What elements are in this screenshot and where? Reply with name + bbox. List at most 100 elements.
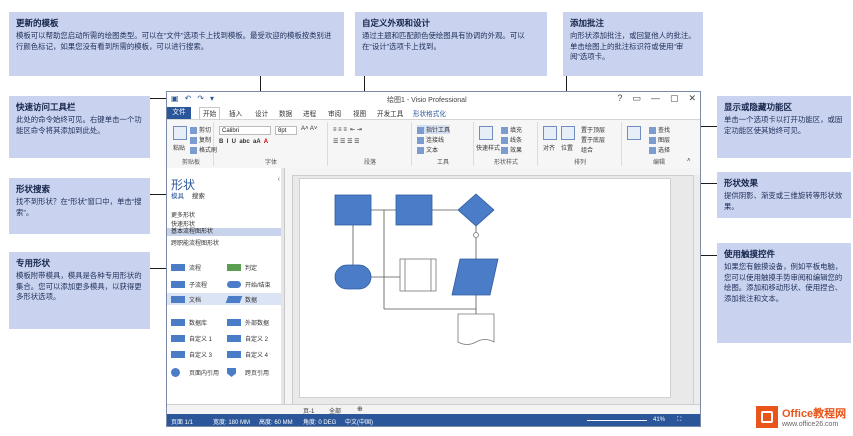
shape-off-page-ref[interactable]: 跨页引用 [227,368,269,377]
fill-button[interactable]: 填充 [501,125,522,134]
position-button[interactable]: 位置 [561,143,573,152]
effects-label: 效果 [510,148,523,154]
tab-file[interactable]: 文件 [167,107,191,119]
pane-scrollbar[interactable] [281,168,284,404]
shape-external-data[interactable]: 外部数据 [227,318,269,327]
more-shapes-link[interactable]: 更多形状 [171,210,195,219]
connector-icon [417,136,424,144]
drawing-page[interactable] [299,178,671,398]
layers-button[interactable]: 图层 [649,135,670,144]
shape-data[interactable]: 数据 [225,295,257,304]
position-icon[interactable] [561,126,575,140]
font-size-select[interactable]: 8pt [275,126,297,135]
callout-title: 显示或隐藏功能区 [724,102,793,112]
tab-data[interactable]: 数据 [279,108,292,118]
shape-decision[interactable]: 判定 [227,263,257,272]
copy-label: 复制 [199,138,212,144]
shape-custom-2[interactable]: 自定义 2 [227,334,268,343]
align-button[interactable]: 对齐 [543,143,555,152]
zoom-slider[interactable] [587,420,647,421]
shape-document[interactable]: 文档 [171,295,201,304]
stencil-label: 跨页引用 [245,371,270,377]
stencil-basic-flowchart[interactable]: 基本流程图形状 [167,228,284,236]
align-icons[interactable]: ≡ ≡ ≡ ⇤ ⇥ [333,126,362,133]
line-icon [501,136,508,144]
drawing-canvas[interactable] [285,168,700,404]
zoom-level[interactable]: 41% [653,417,665,423]
shape-on-page-ref[interactable]: 页面内引用 [171,368,219,377]
stencil-cross-functional[interactable]: 跨职能流程图形状 [171,238,219,247]
callout-title: 添加批注 [570,18,605,28]
redo-icon[interactable]: ↷ [197,94,204,103]
circle-shape-icon [171,368,180,377]
fill-label: 填充 [510,128,523,134]
add-page-icon[interactable]: ⊕ [357,405,363,413]
font-style-icons[interactable]: B I U abc aA A [219,139,268,145]
callout-body: 通过主题和匹配颜色使绘图具有协调的外观。可以在“设计”选项卡上找到。 [362,31,525,51]
format-painter-button[interactable]: 格式刷 [190,145,217,154]
callout-body: 如果您有触摸设备，例如平板电脑，您可以使用触摸手势审阅和编辑您的绘图。添加和移动… [724,262,843,304]
save-icon[interactable]: ▣ [171,94,179,103]
connector-button[interactable]: 连接线 [417,135,444,144]
shapes-pane: 形状 ‹ 模具 搜索 更多形状 快速形状 基本流程图形状 跨职能流程图形状 流程… [167,168,285,404]
send-back-button[interactable]: 置于底层 [581,135,605,144]
text-tool-button[interactable]: 文本 [417,145,438,154]
shape-subprocess[interactable]: 子流程 [171,280,207,289]
tab-insert[interactable]: 插入 [229,108,242,118]
maximize-icon[interactable]: ▢ [670,93,679,104]
search-tab[interactable]: 搜索 [192,193,205,200]
shape-start-end[interactable]: 开始/结束 [227,280,271,289]
paste-icon[interactable] [173,126,187,140]
tab-design[interactable]: 设计 [255,108,268,118]
vertical-scrollbar[interactable] [693,175,700,404]
group-editing: 查找 图层 选择 编辑 ˄ [623,122,695,166]
find-button[interactable]: 查找 [649,125,670,134]
line-button[interactable]: 线条 [501,135,522,144]
shape-database[interactable]: 数据库 [171,318,207,327]
tab-home[interactable]: 开始 [199,107,221,119]
group-label: 字体 [264,160,277,166]
shape-process[interactable]: 流程 [171,263,201,272]
minimize-icon[interactable]: — [651,93,660,104]
copy-button[interactable]: 复制 [190,135,211,144]
font-grow-icon[interactable]: A˄ A˅ [301,126,317,132]
collapse-ribbon-icon[interactable]: ˄ [687,158,691,164]
callout-title: 专用形状 [16,258,51,268]
undo-icon[interactable]: ↶ [185,94,192,103]
tab-view[interactable]: 视图 [353,108,366,118]
tab-developer[interactable]: 开发工具 [377,108,403,118]
shape-custom-3[interactable]: 自定义 3 [171,350,212,359]
subprocess-shape-icon [171,281,185,288]
bring-front-button[interactable]: 置于顶层 [581,125,605,134]
stencils-tab[interactable]: 模具 [171,193,184,200]
ribbon-display-icon[interactable]: ▭ [632,93,641,104]
customize-icon[interactable]: ▾ [210,94,214,103]
close-icon[interactable]: ✕ [688,93,696,104]
select-button[interactable]: 选择 [649,145,670,154]
tab-process[interactable]: 进程 [303,108,316,118]
effects-button[interactable]: 效果 [501,145,522,154]
quick-styles-icon[interactable] [479,126,493,140]
tab-review[interactable]: 审阅 [328,108,341,118]
group-button[interactable]: 组合 [581,145,593,154]
status-page[interactable]: 页面 1/1 [171,417,193,426]
font-name-select[interactable]: Calibri [219,126,271,135]
status-height: 高度: 60 MM [259,420,293,426]
shape-custom-4[interactable]: 自定义 4 [227,350,268,359]
logo-url: www.office26.com [782,421,839,428]
align-icon[interactable] [543,126,557,140]
pointer-tool-button[interactable]: 指针工具 [417,125,451,134]
list-icons[interactable]: ☰ ☰ ☰ ☰ [333,138,360,145]
collapse-pane-icon[interactable]: ‹ [278,176,280,183]
find-icon [649,126,656,134]
tab-shape-format[interactable]: 形状格式化 [413,108,446,118]
quick-styles-button[interactable]: 快速样式 [476,143,500,152]
paste-button[interactable]: 粘贴 [173,143,185,152]
help-icon[interactable]: ? [617,93,622,104]
change-shape-icon[interactable] [627,126,641,140]
cut-button[interactable]: 剪切 [190,125,211,134]
quick-shapes-link[interactable]: 快速形状 [171,219,195,228]
callout-appearance: 自定义外观和设计 通过主题和匹配颜色使绘图具有协调的外观。可以在“设计”选项卡上… [355,12,547,76]
shape-custom-1[interactable]: 自定义 1 [171,334,212,343]
fit-page-icon[interactable]: ⛶ [677,417,681,424]
